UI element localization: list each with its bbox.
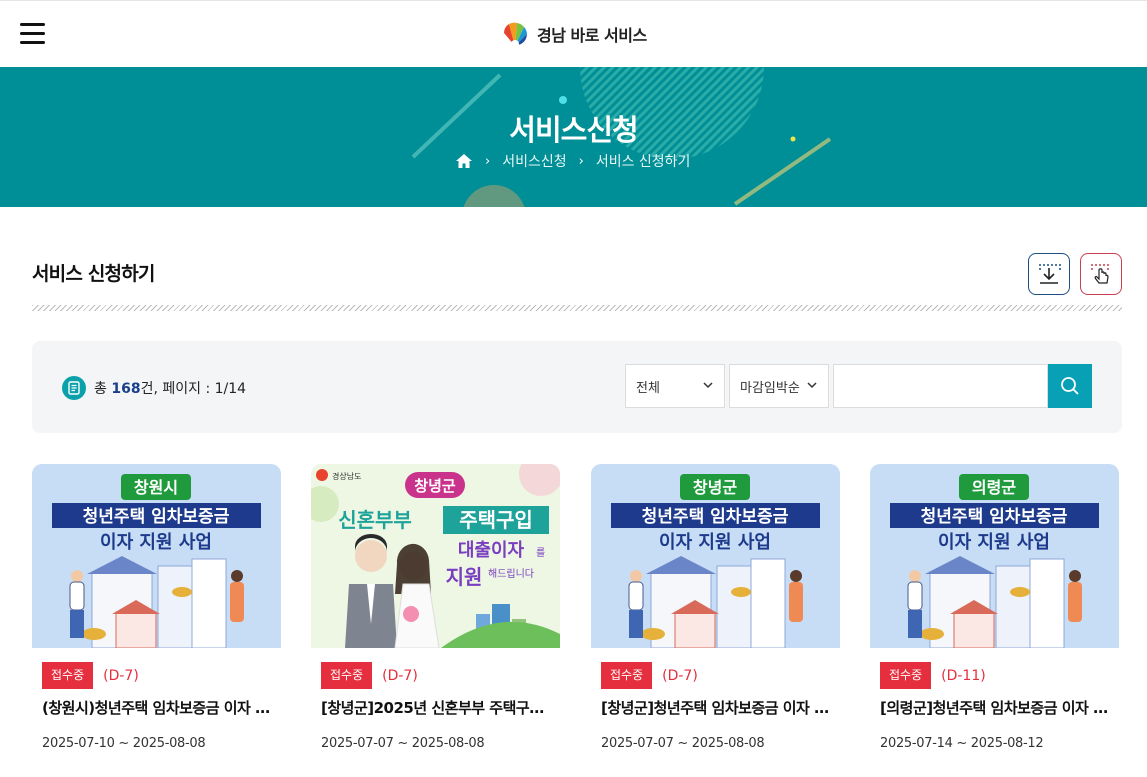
card-headline: 청년주택 임차보증금 <box>642 506 789 527</box>
site-logo[interactable]: 경남 바로 서비스 <box>501 20 647 48</box>
card-meta: 접수중 (D-11) <box>880 662 986 689</box>
card-headline-2b: 를 <box>536 547 545 559</box>
page-title: 서비스신청 <box>509 113 638 147</box>
card-headline: 신혼부부 <box>338 508 412 532</box>
card-illustration: 의령군 청년주택 임차보증금 이자 지원 사업 <box>870 464 1119 648</box>
chevron-right-icon: › <box>485 153 491 169</box>
category-select[interactable]: 전체 <box>625 364 725 408</box>
card-region-tag: 의령군 <box>972 478 1016 497</box>
status-badge: 접수중 <box>42 662 94 689</box>
status-badge: 접수중 <box>880 662 932 689</box>
card-headline-2: 이자 지원 사업 <box>938 532 1050 553</box>
hamburger-menu-icon[interactable] <box>20 23 45 45</box>
card-thumbnail: 창원시 청년주택 임차보증금 이자 지원 사업 <box>32 464 281 648</box>
service-card[interactable]: 창원시 청년주택 임차보증금 이자 지원 사업 접수중 (D-7) (창원시)청… <box>32 464 281 777</box>
card-illustration: 창녕군 청년주택 임차보증금 이자 지원 사업 <box>591 464 840 648</box>
search-panel: 총 168건, 페이지 : 1/14 전체 마감임박순 <box>32 341 1122 433</box>
card-title[interactable]: [창녕군]2025년 신혼부부 주택구입 대출이자 지원 <box>321 697 553 718</box>
card-thumbnail: 의령군 청년주택 임차보증금 이자 지원 사업 <box>870 464 1119 648</box>
apply-button[interactable] <box>1080 253 1122 295</box>
card-headline: 청년주택 임차보증금 <box>83 506 230 527</box>
dday-label: (D-7) <box>382 667 418 684</box>
hand-pointer-icon <box>1091 264 1109 284</box>
chevron-down-icon <box>807 382 817 389</box>
dday-label: (D-11) <box>941 667 986 684</box>
search-icon <box>1061 377 1079 395</box>
card-title[interactable]: [창녕군]청년주택 임차보증금 이자 지원 사업 <box>601 697 833 718</box>
breadcrumb-item-service[interactable]: 서비스신청 <box>502 151 566 171</box>
card-meta: 접수중 (D-7) <box>601 662 698 689</box>
dday-label: (D-7) <box>103 667 139 684</box>
service-card-list: 창원시 청년주택 임차보증금 이자 지원 사업 접수중 (D-7) (창원시)청… <box>32 464 1122 777</box>
gyeongnam-emblem-icon <box>504 22 527 48</box>
total-count: 168 <box>111 381 141 397</box>
breadcrumb-item-current[interactable]: 서비스 신청하기 <box>596 151 691 171</box>
sort-select-value: 마감임박순 <box>740 380 800 396</box>
download-icon <box>1039 264 1061 284</box>
category-select-value: 전체 <box>636 380 660 396</box>
card-illustration: 창원시 청년주택 임차보증금 이자 지원 사업 <box>32 464 281 648</box>
card-headline-3b: 해드립니다 <box>488 567 534 580</box>
card-meta: 접수중 (D-7) <box>321 662 418 689</box>
service-card[interactable]: 경상남도 창녕군 신혼부부 주택구입 대출이자 를 지원 해드립니다 접수중 (… <box>311 464 560 777</box>
card-region-tag: 창녕군 <box>693 478 737 497</box>
search-button[interactable] <box>1048 364 1092 408</box>
service-card[interactable]: 의령군 청년주택 임차보증금 이자 지원 사업 접수중 (D-11) [의령군]… <box>870 464 1119 777</box>
count-text: 총 168건, 페이지 : 1/14 <box>94 378 246 398</box>
card-date-range: 2025-07-07 ~ 2025-08-08 <box>601 736 765 751</box>
breadcrumb: › 서비스신청 › 서비스 신청하기 <box>455 151 690 171</box>
card-headline-3: 지원 <box>446 565 483 589</box>
dday-label: (D-7) <box>662 667 698 684</box>
card-headline-2: 대출이자 <box>458 540 525 561</box>
card-title[interactable]: [의령군]청년주택 임차보증금 이자 지원 사업 <box>880 697 1112 718</box>
section-divider <box>32 305 1122 311</box>
search-input[interactable] <box>833 364 1048 408</box>
card-region-tag: 창녕군 <box>414 477 456 495</box>
logo-text: 경남 바로 서비스 <box>537 26 647 45</box>
count-suffix: 건, 페이지 : 1/14 <box>140 381 247 397</box>
card-logo-label: 경상남도 <box>332 471 361 481</box>
card-headline-2: 이자 지원 사업 <box>100 532 212 553</box>
card-illustration: 경상남도 창녕군 신혼부부 주택구입 대출이자 를 지원 해드립니다 <box>311 464 560 648</box>
service-card[interactable]: 창녕군 청년주택 임차보증금 이자 지원 사업 접수중 (D-7) [창녕군]청… <box>591 464 840 777</box>
page-hero-banner: 서비스신청 › 서비스신청 › 서비스 신청하기 <box>0 67 1147 207</box>
card-thumbnail: 창녕군 청년주택 임차보증금 이자 지원 사업 <box>591 464 840 648</box>
top-bar: 경남 바로 서비스 <box>0 0 1147 67</box>
download-button[interactable] <box>1028 253 1070 295</box>
document-list-icon <box>62 376 86 400</box>
result-count: 총 168건, 페이지 : 1/14 <box>62 376 246 400</box>
card-headline-2: 이자 지원 사업 <box>659 532 771 553</box>
card-title[interactable]: (창원시)청년주택 임차보증금 이자 지원 사업 <box>42 697 274 718</box>
card-date-range: 2025-07-07 ~ 2025-08-08 <box>321 736 485 751</box>
sort-select[interactable]: 마감임박순 <box>729 364 829 408</box>
card-headline-b: 주택구입 <box>459 508 533 532</box>
status-badge: 접수중 <box>601 662 653 689</box>
chevron-down-icon <box>703 382 713 389</box>
card-headline: 청년주택 임차보증금 <box>921 506 1068 527</box>
card-region-tag: 창원시 <box>134 478 178 497</box>
chevron-right-icon: › <box>578 153 584 169</box>
card-thumbnail: 경상남도 창녕군 신혼부부 주택구입 대출이자 를 지원 해드립니다 <box>311 464 560 648</box>
count-prefix: 총 <box>94 381 112 397</box>
home-icon[interactable] <box>455 153 473 169</box>
card-date-range: 2025-07-14 ~ 2025-08-12 <box>880 736 1044 751</box>
card-date-range: 2025-07-10 ~ 2025-08-08 <box>42 736 206 751</box>
section-title: 서비스 신청하기 <box>32 263 155 285</box>
card-meta: 접수중 (D-7) <box>42 662 139 689</box>
status-badge: 접수중 <box>321 662 373 689</box>
